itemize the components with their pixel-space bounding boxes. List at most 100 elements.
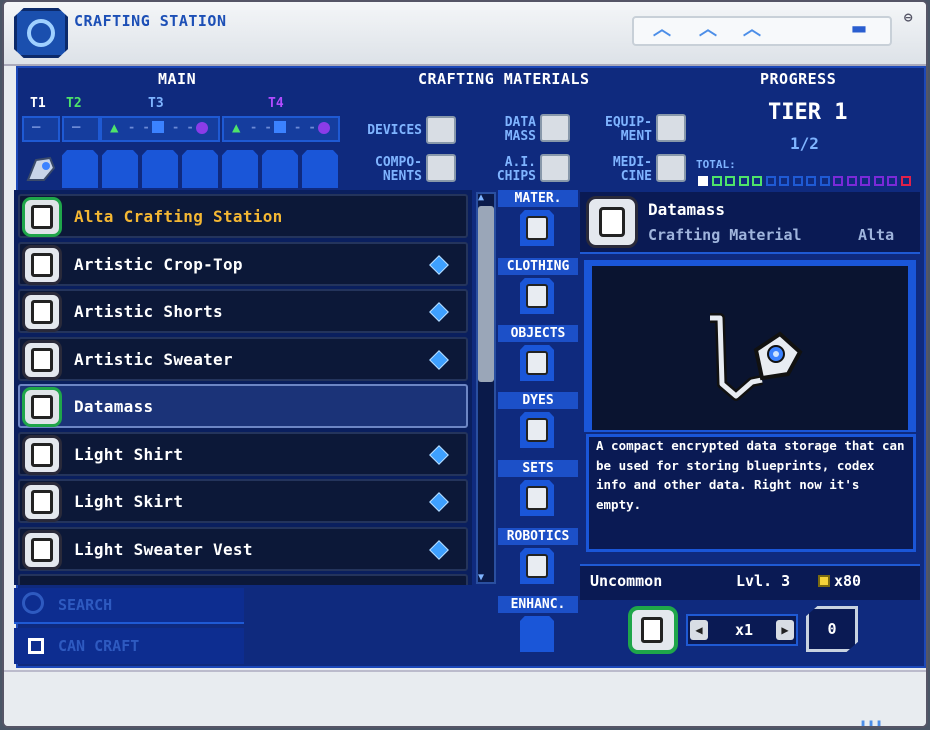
recipe-item-icon <box>22 197 62 237</box>
progress-box <box>806 176 816 186</box>
datamass-icon[interactable] <box>540 114 570 142</box>
chevron-up-icon: ︿ <box>743 19 761 40</box>
recipe-item-icon <box>22 529 62 570</box>
recipe-item-icon <box>22 434 62 475</box>
category-ai-chips[interactable]: A.I. CHIPS <box>470 156 536 184</box>
tab-sets[interactable]: SETS <box>498 460 578 477</box>
material-icon[interactable] <box>520 210 554 246</box>
close-icon[interactable]: ⊖ <box>904 10 924 30</box>
components-icon[interactable] <box>426 154 456 182</box>
progress-header: PROGRESS <box>760 70 837 88</box>
datamass-icon <box>586 196 638 248</box>
item-type: Crafting Material <box>648 226 802 244</box>
window-footer <box>4 670 926 726</box>
pixels-currency-icon <box>818 575 830 587</box>
recipe-item-icon <box>22 482 62 522</box>
tier-label-t2: T2 <box>66 96 82 111</box>
medicine-icon[interactable] <box>656 154 686 182</box>
footer-decoration: ▮▮▮ <box>860 718 885 728</box>
main-slot-5[interactable] <box>222 150 258 188</box>
progress-box <box>738 176 749 186</box>
robot-helper-icon <box>22 150 58 188</box>
progress-box <box>779 176 789 186</box>
progress-box <box>860 176 870 186</box>
main-slot-1[interactable] <box>62 150 98 188</box>
can-craft-checkbox[interactable] <box>28 638 44 654</box>
new-recipe-diamond-icon <box>429 539 449 560</box>
recipe-name: Artistic Shorts <box>74 302 223 321</box>
tab-objects[interactable]: OBJECTS <box>498 325 578 342</box>
main-slot-3[interactable] <box>142 150 178 188</box>
item-description: A compact encrypted data storage that ca… <box>596 438 905 512</box>
clothing-icon[interactable] <box>520 278 554 314</box>
minimize-button[interactable]: ▬ <box>844 18 874 42</box>
tier2-slot[interactable]: — <box>62 116 100 142</box>
dye-icon[interactable] <box>520 412 554 448</box>
enhancement-icon[interactable] <box>520 616 554 652</box>
new-recipe-diamond-icon <box>429 492 449 512</box>
increase-quantity-button[interactable]: ▶ <box>776 620 794 640</box>
recipe-name: Light Shirt <box>74 444 184 464</box>
objects-icon[interactable] <box>520 345 554 381</box>
recipe-row[interactable]: Datamass <box>18 384 468 428</box>
decrease-quantity-button[interactable]: ◀ <box>690 620 708 640</box>
recipe-row[interactable]: Artistic Crop-Top <box>18 241 468 286</box>
item-name: Datamass <box>648 200 726 219</box>
new-recipe-diamond-icon <box>429 302 449 322</box>
search-field[interactable] <box>14 588 244 624</box>
progress-box <box>698 176 708 186</box>
search-input[interactable]: SEARCH <box>58 596 112 614</box>
recipe-row-partial[interactable] <box>18 574 468 585</box>
scroll-up-icon[interactable]: ▲ <box>478 192 484 203</box>
recipe-name: Alta Crafting Station <box>74 207 283 226</box>
recipe-row[interactable]: Artistic Shorts <box>18 289 468 333</box>
new-recipe-diamond-icon <box>429 349 449 370</box>
new-recipe-diamond-icon <box>429 254 449 275</box>
device-icon[interactable] <box>426 116 456 144</box>
progress-box <box>765 176 776 186</box>
tier1-slot[interactable]: — <box>22 116 60 142</box>
tier-fraction: 1/2 <box>790 134 819 153</box>
main-slot-2[interactable] <box>102 150 138 188</box>
sets-icon[interactable] <box>520 480 554 516</box>
main-slot-4[interactable] <box>182 150 218 188</box>
tier4-slot[interactable]: ▲ - - - - <box>222 116 340 142</box>
recipe-name: Light Skirt <box>74 492 184 511</box>
recipe-name: Artistic Crop-Top <box>74 254 243 274</box>
tab-dye[interactable]: DYES <box>498 392 578 409</box>
main-slot-6[interactable] <box>262 150 298 188</box>
category-datamass[interactable]: DATA MASS <box>470 116 536 144</box>
chevron-up-icon: ︿ <box>699 19 717 40</box>
recipe-row[interactable]: Alta Crafting Station <box>18 194 468 238</box>
tier-text: TIER 1 <box>768 100 848 125</box>
item-brand: Alta <box>858 226 895 244</box>
ai-chip-icon[interactable] <box>540 154 570 182</box>
category-medicine[interactable]: MEDI- CINE <box>586 156 652 184</box>
recipe-name: Datamass <box>74 397 154 416</box>
tab-clothing[interactable]: CLOTHING <box>498 258 578 275</box>
craft-count: 0 <box>827 620 837 638</box>
craft-button[interactable] <box>628 606 678 654</box>
recipe-item-icon <box>22 339 62 380</box>
tier3-slot[interactable]: ▲ - - - - <box>100 116 220 142</box>
tab-enhancement[interactable]: ENHANC. <box>498 596 578 613</box>
category-equipment[interactable]: EQUIP- MENT <box>586 116 652 144</box>
progress-box <box>819 176 830 186</box>
recipe-row[interactable]: Light Sweater Vest <box>18 526 468 571</box>
category-devices[interactable]: DEVICES <box>350 124 422 138</box>
tab-material[interactable]: MATER. <box>498 190 578 207</box>
recipe-row[interactable]: Artistic Sweater <box>18 336 468 381</box>
category-components[interactable]: COMPO- NENTS <box>350 156 422 184</box>
scroll-down-icon[interactable]: ▼ <box>478 572 484 583</box>
robotics-icon[interactable] <box>520 548 554 584</box>
quantity-value: x1 <box>734 621 754 639</box>
tab-robotics[interactable]: ROBOTICS <box>498 528 578 545</box>
recipe-row[interactable]: Light Skirt <box>18 479 468 523</box>
equipment-icon[interactable] <box>656 114 686 142</box>
recipe-name: Light Sweater Vest <box>74 539 253 559</box>
recipe-list[interactable]: Alta Crafting Station Artistic Crop-Top Ar… <box>14 190 472 585</box>
recipe-row[interactable]: Light Shirt <box>18 431 468 476</box>
scroll-thumb[interactable] <box>478 206 494 382</box>
main-slot-7[interactable] <box>302 150 338 188</box>
progress-box <box>873 176 884 186</box>
